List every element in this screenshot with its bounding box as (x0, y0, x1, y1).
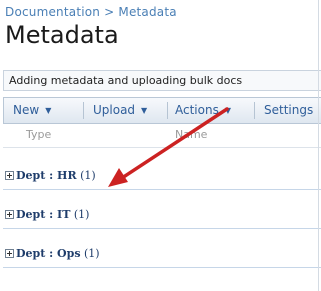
group-count: (1) (80, 169, 96, 182)
expand-icon[interactable] (5, 171, 14, 180)
breadcrumb[interactable]: Documentation > Metadata (5, 5, 177, 19)
group-row-ops[interactable]: Dept : Ops (1) (3, 240, 321, 268)
page-title: Metadata (5, 21, 119, 49)
column-divider (318, 0, 319, 291)
group-field: Dept (16, 247, 46, 260)
upload-label: Upload (93, 103, 136, 117)
group-label[interactable]: Dept : HR (1) (16, 169, 96, 182)
list-toolbar: New ▼ Upload ▼ Actions ▼ Settings (3, 97, 321, 124)
group-value: IT (57, 208, 71, 221)
column-header-row: Type Name (3, 124, 321, 148)
expand-icon[interactable] (5, 210, 14, 219)
actions-label: Actions (175, 103, 219, 117)
column-header-type[interactable]: Type (26, 128, 51, 141)
group-separator: : (45, 208, 58, 221)
chevron-down-icon: ▼ (45, 106, 52, 115)
group-separator: : (45, 169, 58, 182)
settings-label: Settings (264, 103, 314, 117)
upload-menu-button[interactable]: Upload ▼ (93, 98, 147, 123)
group-separator: : (45, 247, 58, 260)
group-value: HR (57, 169, 77, 182)
expand-icon[interactable] (5, 249, 14, 258)
column-header-name[interactable]: Name (175, 128, 207, 141)
settings-menu-button[interactable]: Settings (264, 98, 313, 123)
new-menu-button[interactable]: New ▼ (13, 98, 51, 123)
toolbar-separator (83, 102, 84, 119)
group-count: (1) (73, 208, 90, 221)
chevron-down-icon: ▼ (224, 106, 231, 115)
chevron-down-icon: ▼ (141, 106, 148, 115)
actions-menu-button[interactable]: Actions ▼ (175, 98, 231, 123)
list-description: Adding metadata and uploading bulk docs (3, 70, 321, 91)
group-field: Dept (16, 208, 46, 221)
new-label: New (13, 103, 40, 117)
group-count: (1) (84, 247, 100, 260)
group-row-it[interactable]: Dept : IT (1) (3, 201, 321, 229)
toolbar-separator (167, 102, 168, 119)
group-row-hr[interactable]: Dept : HR (1) (3, 162, 321, 190)
group-label[interactable]: Dept : IT (1) (16, 208, 89, 221)
group-value: Ops (57, 247, 81, 260)
toolbar-separator (254, 102, 255, 119)
group-label[interactable]: Dept : Ops (1) (16, 247, 100, 260)
group-field: Dept (16, 169, 46, 182)
